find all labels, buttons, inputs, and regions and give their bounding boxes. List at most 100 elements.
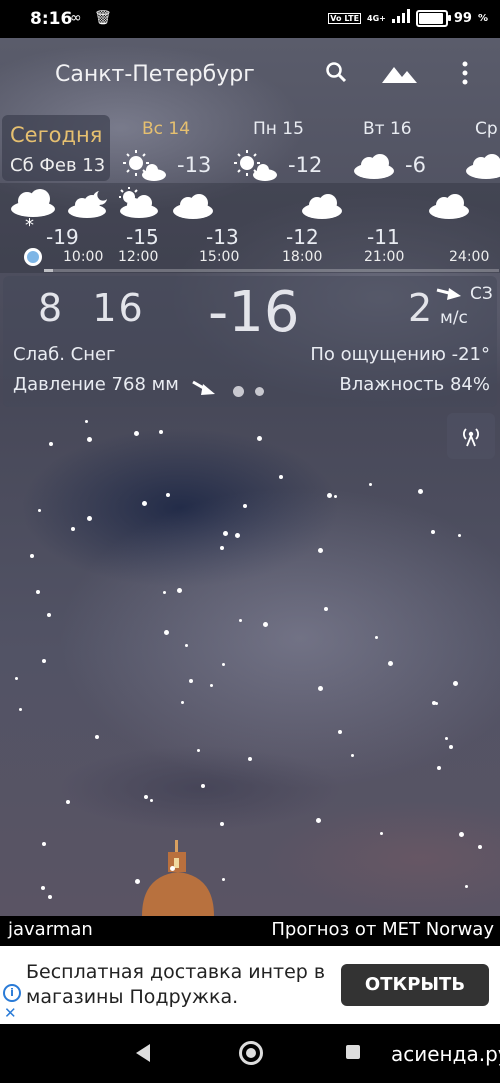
- status-bar: 8:16 ∞ 🗑 Vo LTE 4G+ 99 %: [0, 0, 500, 38]
- snowflake: [47, 613, 51, 617]
- snowflake: [170, 866, 175, 871]
- radar-button[interactable]: [447, 413, 495, 459]
- author-credit[interactable]: javarman: [8, 919, 93, 940]
- day-item[interactable]: Пн 15 -12: [233, 119, 343, 183]
- day-item[interactable]: Ср: [465, 119, 500, 183]
- network-label: Vo LTE: [328, 12, 362, 24]
- moon-cloud-icon: [67, 189, 109, 223]
- cloud-icon: [428, 193, 470, 223]
- snowflake: [163, 591, 166, 594]
- city-title[interactable]: Санкт-Петербург: [55, 62, 255, 87]
- home-icon[interactable]: [239, 1041, 263, 1065]
- day-today[interactable]: Сегодня Сб Фев 13: [2, 115, 110, 181]
- hourly-progress: [44, 269, 499, 272]
- snowflake: [338, 730, 342, 734]
- snowflake: [134, 431, 139, 436]
- snowflake: [19, 708, 22, 711]
- snowflake: [459, 832, 464, 837]
- hourly-forecast-strip[interactable]: * -19 -15 -13 -12 -11 10:00 12:00 15:00 …: [0, 183, 500, 273]
- battery-icon: [415, 9, 451, 27]
- snowflake: [318, 548, 323, 553]
- day-temp: -13: [177, 153, 212, 177]
- snowflake: [222, 878, 225, 881]
- recents-icon[interactable]: [346, 1045, 360, 1059]
- snowflake: [220, 546, 224, 550]
- hour-time: 24:00: [449, 249, 490, 265]
- sun-cloud-icon: [233, 149, 279, 187]
- day-temp: -12: [288, 153, 323, 177]
- snowflake: [41, 886, 45, 890]
- snowflake: [85, 420, 88, 423]
- cathedral-dome: [140, 838, 216, 916]
- snowflake: [375, 636, 378, 639]
- snowflake: [30, 554, 34, 558]
- day-item[interactable]: Вс 14 -13: [122, 119, 232, 183]
- snowflake: [458, 534, 461, 537]
- cloud-icon: [353, 153, 395, 183]
- ad-info-icon[interactable]: i: [3, 984, 21, 1002]
- ad-close-icon[interactable]: ✕: [4, 1004, 17, 1022]
- hour-time: 10:00: [63, 249, 104, 265]
- hour-temp: -19: [46, 225, 79, 249]
- current-hour: 8: [38, 286, 65, 330]
- current-conditions-card[interactable]: 8 16 -16 2 СЗ м/с Слаб. Снег По ощущению…: [3, 276, 497, 407]
- search-icon[interactable]: [325, 61, 347, 87]
- hour-temp: -13: [206, 225, 239, 249]
- current-time-marker: [24, 248, 42, 266]
- snowflake: [235, 533, 240, 538]
- snowflake: [324, 607, 328, 611]
- snowflake: [248, 757, 252, 761]
- snowflake: [42, 659, 46, 663]
- snowflake: [445, 737, 448, 740]
- snowflake: [15, 677, 18, 680]
- snowflake: [144, 795, 148, 799]
- pager-dot: [255, 387, 264, 396]
- hour-time: 21:00: [364, 249, 405, 265]
- day-name: Ср: [475, 119, 498, 139]
- pressure: Давление 768 мм: [13, 374, 179, 395]
- ad-open-button[interactable]: ОТКРЫТЬ: [341, 964, 489, 1006]
- sun-cloud-icon: [117, 187, 159, 223]
- pager-dot: [233, 386, 244, 397]
- daily-forecast-strip: Сегодня Сб Фев 13 Вс 14 -13 Пн 15 -12 Вт…: [0, 113, 500, 185]
- snowflake: [380, 832, 383, 835]
- snowflake: [49, 442, 53, 446]
- snowflake: [159, 430, 163, 434]
- day-name: Пн 15: [253, 119, 304, 139]
- snowflake: [177, 588, 182, 593]
- snowflake: [418, 489, 423, 494]
- hour-time: 15:00: [199, 249, 240, 265]
- day-item[interactable]: Вт 16 -6: [353, 119, 463, 183]
- snowflake: [201, 784, 205, 788]
- snowflake: [431, 530, 435, 534]
- signal-label: 4G+: [367, 13, 386, 23]
- snowflake: [87, 516, 92, 521]
- more-vert-icon[interactable]: [460, 61, 470, 89]
- feels-like: По ощущению -21°: [310, 344, 490, 365]
- snowflake: [369, 483, 372, 486]
- mountains-icon[interactable]: [382, 63, 418, 89]
- snowflake: [351, 754, 354, 757]
- snowflake: [263, 622, 268, 627]
- svg-text:*: *: [25, 215, 34, 231]
- cloud-icon: [172, 193, 214, 223]
- today-date: Сб Фев 13: [10, 155, 106, 176]
- footer-bar: javarman Прогноз от MET Norway: [0, 916, 500, 946]
- back-icon[interactable]: [136, 1044, 150, 1062]
- snowflake: [48, 895, 52, 899]
- day-name: Вт 16: [363, 119, 412, 139]
- snowflake: [135, 879, 140, 884]
- current-time: 8 16: [38, 286, 145, 330]
- wind-unit: м/с: [440, 308, 468, 328]
- forecast-source[interactable]: Прогноз от MET Norway: [271, 919, 494, 940]
- snowflake: [220, 822, 224, 826]
- humidity: Влажность 84%: [339, 374, 490, 395]
- radar-icon: [461, 425, 481, 451]
- ad-banner[interactable]: i ✕ Бесплатная доставка интер в магазины…: [0, 946, 500, 1024]
- hour-temp: -15: [126, 225, 159, 249]
- snowflake: [66, 800, 70, 804]
- snowflake: [189, 679, 193, 683]
- snowflake: [164, 630, 169, 635]
- hour-time: 12:00: [118, 249, 159, 265]
- wind-arrow-icon: [435, 286, 463, 306]
